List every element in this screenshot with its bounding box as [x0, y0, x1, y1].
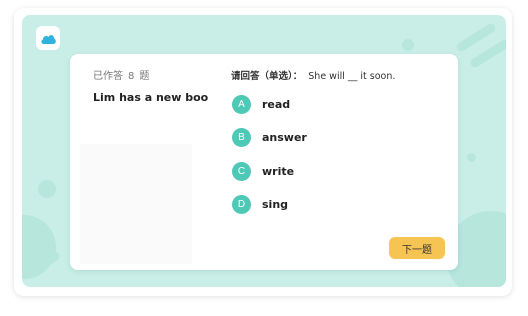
decor-bubble	[38, 180, 56, 198]
option-d[interactable]: D sing	[232, 195, 307, 215]
option-letter: D	[232, 195, 251, 214]
option-b[interactable]: B answer	[232, 128, 307, 148]
question-prompt: 请回答（单选）： She will __ it soon.	[231, 68, 395, 82]
option-text: sing	[262, 198, 289, 211]
options-list: A read B answer C write D sing	[232, 94, 307, 228]
question-label: 请回答（单选）：	[231, 71, 303, 82]
decor-bubble	[402, 39, 414, 51]
option-c[interactable]: C write	[232, 161, 307, 181]
option-a[interactable]: A read	[232, 94, 307, 114]
answered-progress: 已作答 8 题	[93, 67, 149, 82]
decor-bubble	[467, 153, 476, 162]
app-logo	[36, 26, 60, 50]
option-text: write	[262, 164, 295, 178]
option-letter: A	[232, 94, 251, 114]
progress-suffix: 题	[139, 71, 150, 82]
option-text: read	[262, 97, 291, 111]
question-sentence: She will __ it soon.	[308, 71, 396, 82]
cloud-icon	[40, 34, 56, 44]
progress-prefix: 已作答	[93, 71, 123, 82]
quiz-stage: 已作答 8 题 Lim has a new boo 请回答（单选）： She will…	[22, 15, 506, 287]
question-card: 已作答 8 题 Lim has a new boo 请回答（单选）： She will…	[70, 54, 458, 270]
next-question-button[interactable]: 下一题	[389, 237, 445, 259]
option-text: answer	[262, 131, 307, 144]
passage-text: Lim has a new boo	[93, 91, 209, 104]
answered-count: 8	[128, 71, 135, 82]
option-letter: B	[232, 128, 251, 147]
option-letter: C	[232, 161, 251, 181]
passage-panel	[80, 144, 192, 264]
